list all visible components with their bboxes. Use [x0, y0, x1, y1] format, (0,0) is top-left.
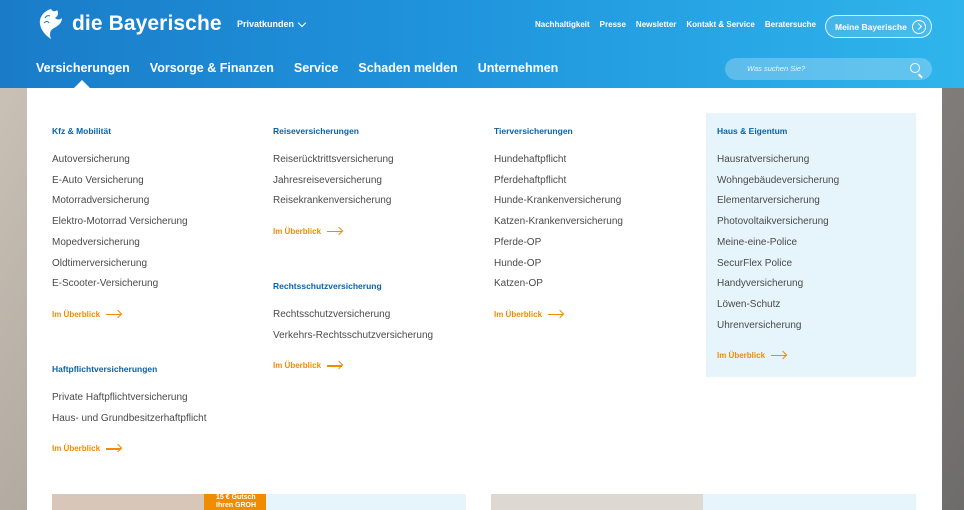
search-input[interactable]: Was suchen Sie?	[725, 58, 932, 80]
menu-link[interactable]: Mopedversicherung	[52, 233, 188, 254]
menu-link[interactable]: Meine-eine-Police	[717, 233, 839, 254]
overview-label: Im Überblick	[273, 227, 322, 237]
menu-link[interactable]: E-Scooter-Versicherung	[52, 274, 188, 295]
active-nav-caret	[74, 80, 90, 88]
arrow-right-icon	[106, 313, 122, 316]
nav-service[interactable]: Service	[294, 61, 338, 75]
promo-badge-line: Ihren GROH	[216, 502, 257, 509]
menu-link[interactable]: Haus- und Grundbesitzerhaftpflicht	[52, 409, 207, 430]
promo-badge: 15 € Gutsch Ihren GROH	[204, 494, 266, 510]
menu-link[interactable]: Katzen-OP	[494, 274, 623, 295]
column-tier: Tierversicherungen Hundehaftpflicht Pfer…	[494, 126, 623, 319]
menu-link[interactable]: Wohngebäudeversicherung	[717, 171, 839, 192]
column-heading: Rechtsschutzversicherung	[273, 281, 382, 291]
column-haus: Haus & Eigentum Hausratversicherung Wohn…	[717, 126, 839, 360]
teaser-card-1[interactable]	[266, 494, 466, 510]
search-placeholder: Was suchen Sie?	[747, 64, 806, 73]
menu-link[interactable]: Private Haftpflichtversicherung	[52, 388, 207, 409]
segment-label: Privatkunden	[237, 19, 295, 29]
column-rechtsschutz: Rechtsschutzversicherung Rechtsschutzver…	[273, 281, 433, 370]
menu-link[interactable]: Pferde-OP	[494, 233, 623, 254]
menu-link[interactable]: Oldtimerversicherung	[52, 254, 188, 275]
arrow-right-icon	[327, 365, 343, 367]
arrow-right-icon	[106, 448, 122, 450]
column-heading: Reiseversicherungen	[273, 126, 359, 136]
main-nav: Versicherungen Vorsorge & Finanzen Servi…	[36, 61, 558, 75]
brand-name: die Bayerische	[72, 12, 222, 35]
toplink-beratersuche[interactable]: Beratersuche	[765, 20, 816, 29]
menu-link[interactable]: Pferdehaftpflicht	[494, 171, 623, 192]
menu-link[interactable]: Photovoltaikversicherung	[717, 212, 839, 233]
column-heading: Kfz & Mobilität	[52, 126, 112, 136]
menu-link[interactable]: Elementarversicherung	[717, 191, 839, 212]
column-heading: Tierversicherungen	[494, 126, 573, 136]
nav-vorsorge-finanzen[interactable]: Vorsorge & Finanzen	[150, 61, 274, 75]
menu-link[interactable]: Uhrenversicherung	[717, 316, 839, 337]
meine-bayerische-label: Meine Bayerische	[835, 21, 907, 32]
menu-link[interactable]: SecurFlex Police	[717, 254, 839, 275]
column-kfz: Kfz & Mobilität Autoversicherung E-Auto …	[52, 126, 188, 319]
menu-link[interactable]: Rechtsschutzversicherung	[273, 305, 433, 326]
overview-link-reise[interactable]: Im Überblick	[273, 227, 394, 236]
brand-logo[interactable]: die Bayerische	[36, 8, 222, 40]
menu-link[interactable]: Handyversicherung	[717, 274, 839, 295]
menu-link[interactable]: Autoversicherung	[52, 150, 188, 171]
toplink-presse[interactable]: Presse	[600, 20, 626, 29]
overview-link-rechtsschutz[interactable]: Im Überblick	[273, 361, 433, 370]
menu-link[interactable]: Elektro-Motorrad Versicherung	[52, 212, 188, 233]
overview-label: Im Überblick	[717, 351, 766, 361]
menu-link[interactable]: Motorradversicherung	[52, 191, 188, 212]
promo-badge-line: 15 € Gutsch	[216, 494, 256, 501]
menu-link[interactable]: Katzen-Krankenversicherung	[494, 212, 623, 233]
nav-versicherungen[interactable]: Versicherungen	[36, 61, 130, 75]
menu-link[interactable]: Jahresreiseversicherung	[273, 171, 394, 192]
lion-logo-icon	[39, 9, 62, 39]
overview-link-kfz[interactable]: Im Überblick	[52, 310, 188, 319]
menu-link[interactable]: Verkehrs-Rechtsschutzversicherung	[273, 326, 433, 347]
menu-link[interactable]: Hunde-OP	[494, 254, 623, 275]
teaser-image-2[interactable]	[491, 494, 703, 510]
overview-link-tier[interactable]: Im Überblick	[494, 310, 623, 319]
toplink-kontakt[interactable]: Kontakt & Service	[686, 20, 754, 29]
overview-label: Im Überblick	[273, 361, 322, 371]
column-heading: Haus & Eigentum	[717, 126, 788, 136]
login-arrow-icon	[912, 20, 926, 34]
menu-link[interactable]: Hunde-Krankenversicherung	[494, 191, 623, 212]
search-icon[interactable]	[910, 63, 920, 73]
menu-link[interactable]: Hundehaftpflicht	[494, 150, 623, 171]
menu-link[interactable]: Löwen-Schutz	[717, 295, 839, 316]
mega-menu: Kfz & Mobilität Autoversicherung E-Auto …	[27, 88, 942, 510]
menu-link[interactable]: Reiserücktrittsversicherung	[273, 150, 394, 171]
toplink-newsletter[interactable]: Newsletter	[636, 20, 676, 29]
teaser-card-2[interactable]	[703, 494, 916, 510]
chevron-down-icon	[297, 18, 307, 27]
menu-link[interactable]: Hausratversicherung	[717, 150, 839, 171]
teaser-image-1[interactable]: 15 € Gutsch Ihren GROH	[52, 494, 266, 510]
overview-link-haus[interactable]: Im Überblick	[717, 351, 839, 360]
arrow-right-icon	[327, 230, 343, 233]
column-reise: Reiseversicherungen Reiserücktrittsversi…	[273, 126, 394, 236]
overview-label: Im Überblick	[494, 309, 543, 319]
meine-bayerische-button[interactable]: Meine Bayerische	[825, 15, 932, 38]
top-links: Nachhaltigkeit Presse Newsletter Kontakt…	[535, 20, 816, 29]
overview-label: Im Überblick	[52, 444, 101, 454]
segment-dropdown[interactable]: Privatkunden	[237, 18, 307, 29]
overview-label: Im Überblick	[52, 309, 101, 319]
site-header: die Bayerische Privatkunden Nachhaltigke…	[0, 0, 964, 88]
overview-link-haftpflicht[interactable]: Im Überblick	[52, 444, 207, 453]
column-haftpflicht: Haftpflichtversicherungen Private Haftpf…	[52, 364, 207, 453]
menu-link[interactable]: Reisekrankenversicherung	[273, 191, 394, 212]
menu-link[interactable]: E-Auto Versicherung	[52, 171, 188, 192]
toplink-nachhaltigkeit[interactable]: Nachhaltigkeit	[535, 20, 590, 29]
nav-unternehmen[interactable]: Unternehmen	[478, 61, 559, 75]
arrow-right-icon	[548, 313, 564, 316]
arrow-right-icon	[771, 355, 787, 357]
column-heading: Haftpflichtversicherungen	[52, 364, 158, 374]
nav-schaden-melden[interactable]: Schaden melden	[358, 61, 457, 75]
